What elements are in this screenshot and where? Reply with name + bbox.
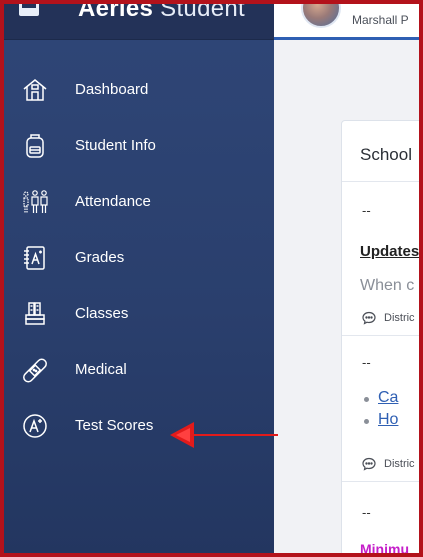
- sidebar-header: Aeries Student: [4, 4, 274, 40]
- screenshot-frame: Aeries Student Dashboard Student Info At…: [0, 0, 423, 557]
- announcements-card: School -- Updates When c Distric -- Ca H…: [341, 120, 419, 557]
- sidebar-item-label: Classes: [75, 305, 129, 322]
- district-label: Distric: [384, 312, 415, 324]
- people-icon: [21, 188, 49, 216]
- sidebar-item-attendance[interactable]: Attendance: [4, 178, 274, 226]
- district-row: Distric: [362, 311, 415, 325]
- highlight-text: Minimu: [360, 541, 409, 557]
- sidebar-item-classes[interactable]: Classes: [4, 290, 274, 338]
- annotation-arrow-icon: [170, 422, 278, 448]
- backpack-icon: [21, 132, 49, 160]
- sidebar-item-label: Grades: [75, 249, 125, 266]
- comment-icon: [362, 457, 376, 471]
- sidebar-item-label: Test Scores: [75, 417, 154, 434]
- brand-light: Student: [160, 0, 245, 22]
- top-bar: Marshall P: [274, 4, 419, 40]
- house-icon: [21, 76, 49, 104]
- brand-bold: Aeries: [78, 0, 154, 22]
- update-text: When c: [360, 277, 415, 294]
- update-title-link[interactable]: Updates: [360, 243, 419, 260]
- card-title: School: [360, 145, 412, 164]
- list-item-link[interactable]: Ho: [363, 411, 398, 433]
- sidebar-item-grades[interactable]: Grades: [4, 234, 274, 282]
- sidebar-item-label: Attendance: [75, 193, 151, 210]
- grade-book-icon: [21, 244, 49, 272]
- separator-dash: --: [362, 355, 371, 370]
- list-item-link[interactable]: Ca: [363, 389, 398, 411]
- separator-dash: --: [362, 505, 371, 520]
- link-list: Ca Ho: [363, 389, 398, 433]
- sidebar-item-label: Medical: [75, 361, 127, 378]
- books-icon: [21, 300, 49, 328]
- sidebar-item-dashboard[interactable]: Dashboard: [4, 66, 274, 114]
- sidebar-item-label: Dashboard: [75, 81, 149, 98]
- app-brand[interactable]: Aeries Student: [78, 0, 245, 23]
- divider: [342, 335, 419, 336]
- bandage-icon: [21, 356, 49, 384]
- divider: [342, 481, 419, 482]
- avatar[interactable]: [301, 4, 341, 28]
- separator-dash: --: [362, 203, 371, 218]
- district-label: Distric: [384, 458, 415, 470]
- a-plus-icon: [21, 412, 49, 440]
- sidebar-item-student-info[interactable]: Student Info: [4, 122, 274, 170]
- sidebar-item-label: Student Info: [75, 137, 156, 154]
- user-name[interactable]: Marshall P: [352, 13, 409, 27]
- comment-icon: [362, 311, 376, 325]
- aeries-logo-icon: [19, 4, 39, 16]
- sidebar-item-medical[interactable]: Medical: [4, 346, 274, 394]
- divider: [342, 181, 419, 182]
- district-row: Distric: [362, 457, 415, 471]
- sidebar: Aeries Student Dashboard Student Info At…: [4, 4, 274, 553]
